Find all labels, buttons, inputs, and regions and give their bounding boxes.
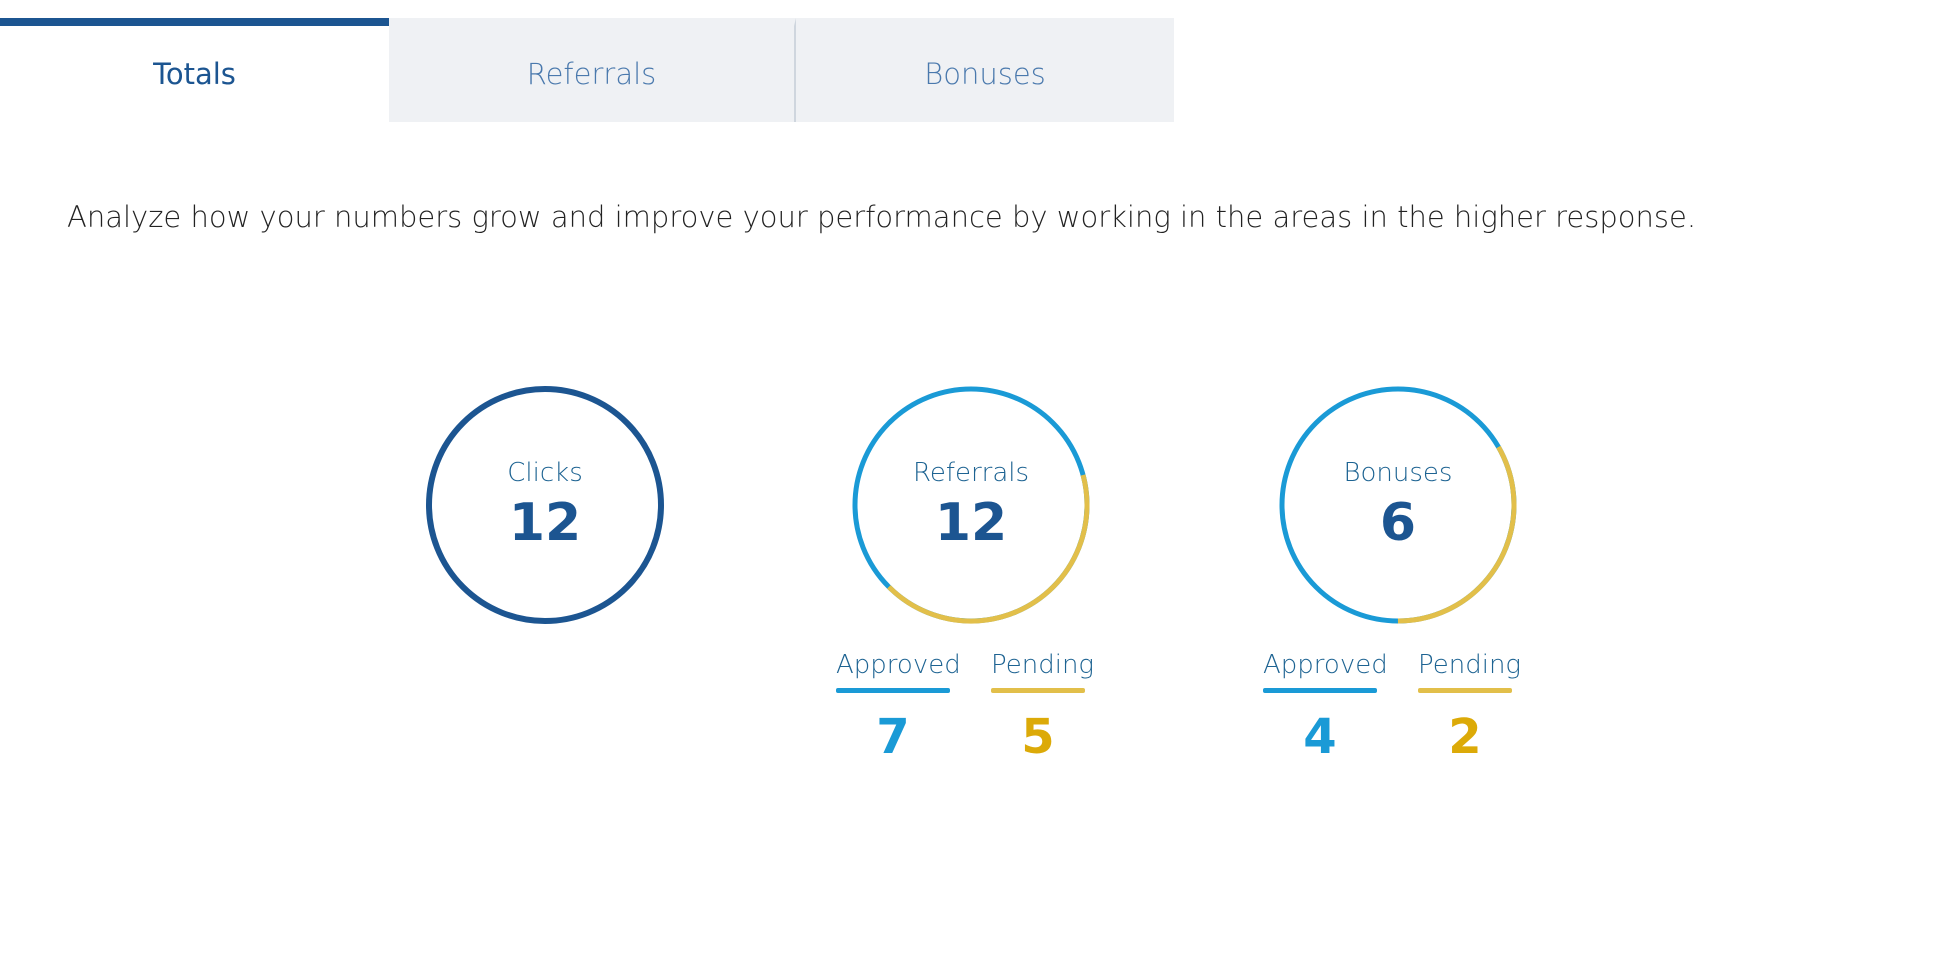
tab-bar: Totals Referrals Bonuses — [0, 18, 1174, 122]
referrals-pending-underline — [991, 688, 1085, 693]
bonuses-value: 6 — [1379, 493, 1417, 553]
referrals-value: 12 — [934, 493, 1008, 553]
referrals-approved-underline — [836, 688, 950, 693]
bonuses-approved-value: 4 — [1303, 709, 1337, 765]
referrals-pending-value: 5 — [1021, 709, 1055, 765]
intro-text: Analyze how your numbers grow and improv… — [67, 200, 1697, 234]
bonuses-pending-label: Pending — [1418, 650, 1522, 680]
clicks-label: Clicks — [507, 458, 583, 488]
tab-totals[interactable]: Totals — [0, 18, 389, 122]
referrals-pending: Pending 5 — [991, 650, 1095, 765]
tab-referrals[interactable]: Referrals — [389, 18, 796, 122]
referrals-pending-label: Pending — [991, 650, 1095, 680]
referrals-approved: Approved 7 — [836, 650, 961, 765]
bonuses-pending: Pending 2 — [1418, 650, 1522, 765]
referrals-approved-label: Approved — [836, 650, 961, 680]
referrals-label: Referrals — [912, 458, 1030, 488]
bonuses-pending-underline — [1418, 688, 1512, 693]
clicks-value: 12 — [508, 493, 582, 553]
bonuses-approved-label: Approved — [1263, 650, 1388, 680]
bonuses-label: Bonuses — [1343, 458, 1453, 488]
bonuses-approved: Approved 4 — [1263, 650, 1388, 765]
bonuses-approved-underline — [1263, 688, 1377, 693]
bonuses-pending-value: 2 — [1448, 709, 1482, 765]
referrals-approved-value: 7 — [876, 709, 910, 765]
tab-bonuses[interactable]: Bonuses — [796, 18, 1174, 122]
